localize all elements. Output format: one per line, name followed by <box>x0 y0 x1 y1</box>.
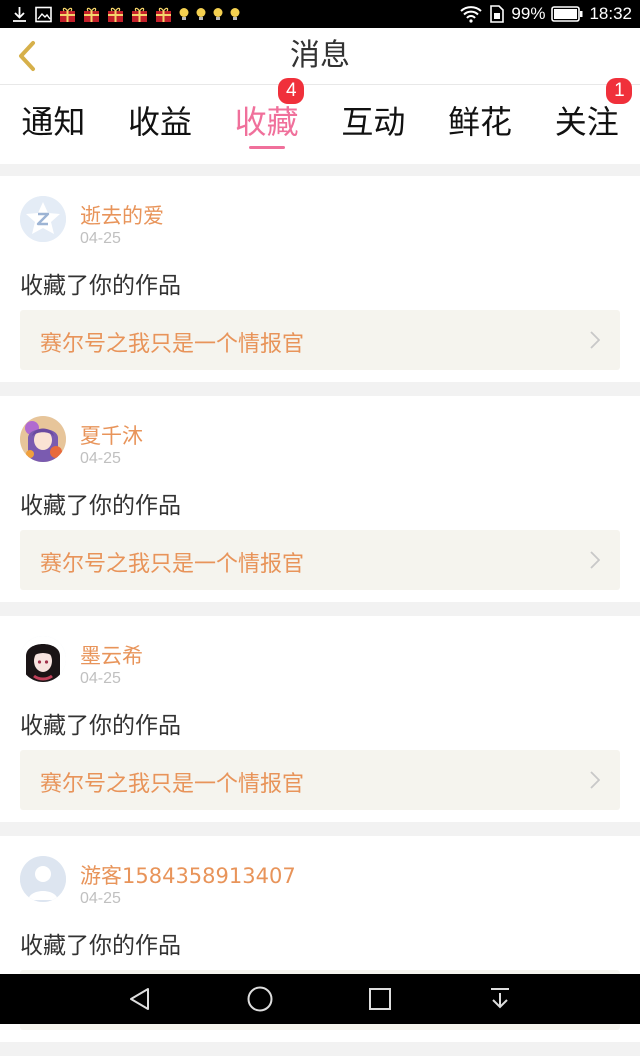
action-text: 收藏了你的作品 <box>20 493 181 519</box>
work-title: 赛尔号之我只是一个情报官 <box>40 552 305 577</box>
action-text: 收藏了你的作品 <box>20 933 181 959</box>
active-tab-indicator <box>248 146 285 149</box>
anime-girl-avatar <box>20 416 66 462</box>
nav-home-button[interactable] <box>240 979 280 1019</box>
tab-notice[interactable]: 通知 <box>0 85 107 164</box>
username[interactable]: 逝去的爱 <box>80 200 164 230</box>
nav-collapse-button[interactable] <box>480 979 520 1019</box>
guest-person-avatar <box>20 856 66 902</box>
nav-back-button[interactable] <box>120 979 160 1019</box>
tab-follow[interactable]: 关注 1 <box>533 78 640 164</box>
bulb-icon <box>230 8 240 20</box>
tab-label: 鲜花 <box>448 103 513 141</box>
timestamp: 04-25 <box>80 450 121 467</box>
work-title: 赛尔号之我只是一个情报官 <box>40 772 305 797</box>
status-bar: 99% 18:32 <box>0 0 640 28</box>
notification-list: 逝去的爱 04-25 收藏了你的作品 赛尔号之我只是一个情报官 夏千沐 04-2… <box>0 176 640 1056</box>
gift-icon <box>132 7 147 22</box>
list-item: 墨云希 04-25 收藏了你的作品 赛尔号之我只是一个情报官 <box>0 616 640 822</box>
battery-icon <box>551 6 583 22</box>
tab-label: 收藏 <box>234 103 299 141</box>
tab-flowers[interactable]: 鲜花 <box>427 85 534 164</box>
dark-hair-avatar <box>20 636 66 682</box>
tab-label: 通知 <box>21 103 86 141</box>
unread-badge: 4 <box>278 78 305 104</box>
download-icon <box>13 6 26 22</box>
clock: 18:32 <box>589 4 632 23</box>
recents-square-icon <box>369 988 391 1010</box>
gift-icon <box>156 7 171 22</box>
avatar[interactable] <box>20 856 66 902</box>
tab-favorites[interactable]: 收藏 4 <box>213 78 320 164</box>
home-circle-icon <box>247 986 273 1012</box>
chevron-right-icon <box>590 771 600 789</box>
tab-label: 互动 <box>341 103 406 141</box>
bulb-icon <box>196 8 206 20</box>
timestamp: 04-25 <box>80 890 121 907</box>
list-item: 逝去的爱 04-25 收藏了你的作品 赛尔号之我只是一个情报官 <box>0 176 640 382</box>
username[interactable]: 夏千沐 <box>80 420 143 450</box>
gift-icon <box>108 7 123 22</box>
tab-interaction[interactable]: 互动 <box>320 85 427 164</box>
battery-percent: 99% <box>511 4 546 23</box>
action-text: 收藏了你的作品 <box>20 273 181 299</box>
chevron-right-icon <box>590 331 600 349</box>
system-nav-bar <box>0 974 640 1024</box>
app-header: 消息 <box>0 28 640 85</box>
tab-earnings[interactable]: 收益 <box>107 85 214 164</box>
username[interactable]: 墨云希 <box>80 640 143 670</box>
work-title: 赛尔号之我只是一个情报官 <box>40 332 305 357</box>
gift-icon <box>60 7 75 22</box>
page-title: 消息 <box>290 38 350 73</box>
unread-badge: 1 <box>606 78 633 104</box>
wifi-icon <box>460 6 483 23</box>
avatar[interactable] <box>20 636 66 682</box>
list-item: 夏千沐 04-25 收藏了你的作品 赛尔号之我只是一个情报官 <box>0 396 640 602</box>
timestamp: 04-25 <box>80 230 121 247</box>
action-text: 收藏了你的作品 <box>20 713 181 739</box>
bulb-icon <box>213 8 223 20</box>
notification-icons <box>0 6 459 23</box>
avatar[interactable] <box>20 416 66 462</box>
timestamp: 04-25 <box>80 670 121 687</box>
bulb-icon <box>179 8 189 20</box>
gift-icon <box>84 7 99 22</box>
image-icon <box>35 6 52 22</box>
tab-label: 关注 <box>554 103 619 141</box>
default-star-avatar <box>20 196 66 242</box>
tab-bar: 通知 收益 收藏 4 互动 鲜花 关注 1 <box>0 78 640 164</box>
back-triangle-icon <box>130 988 149 1010</box>
collapse-icon <box>491 988 509 1009</box>
sim-icon <box>490 5 505 23</box>
nav-recents-button[interactable] <box>360 979 400 1019</box>
avatar[interactable] <box>20 196 66 242</box>
tab-label: 收益 <box>128 103 193 141</box>
chevron-right-icon <box>590 551 600 569</box>
work-link[interactable]: 赛尔号之我只是一个情报官 <box>20 310 620 370</box>
work-link[interactable]: 赛尔号之我只是一个情报官 <box>20 530 620 590</box>
username[interactable]: 游客1584358913407 <box>80 860 296 890</box>
work-link[interactable]: 赛尔号之我只是一个情报官 <box>20 750 620 810</box>
